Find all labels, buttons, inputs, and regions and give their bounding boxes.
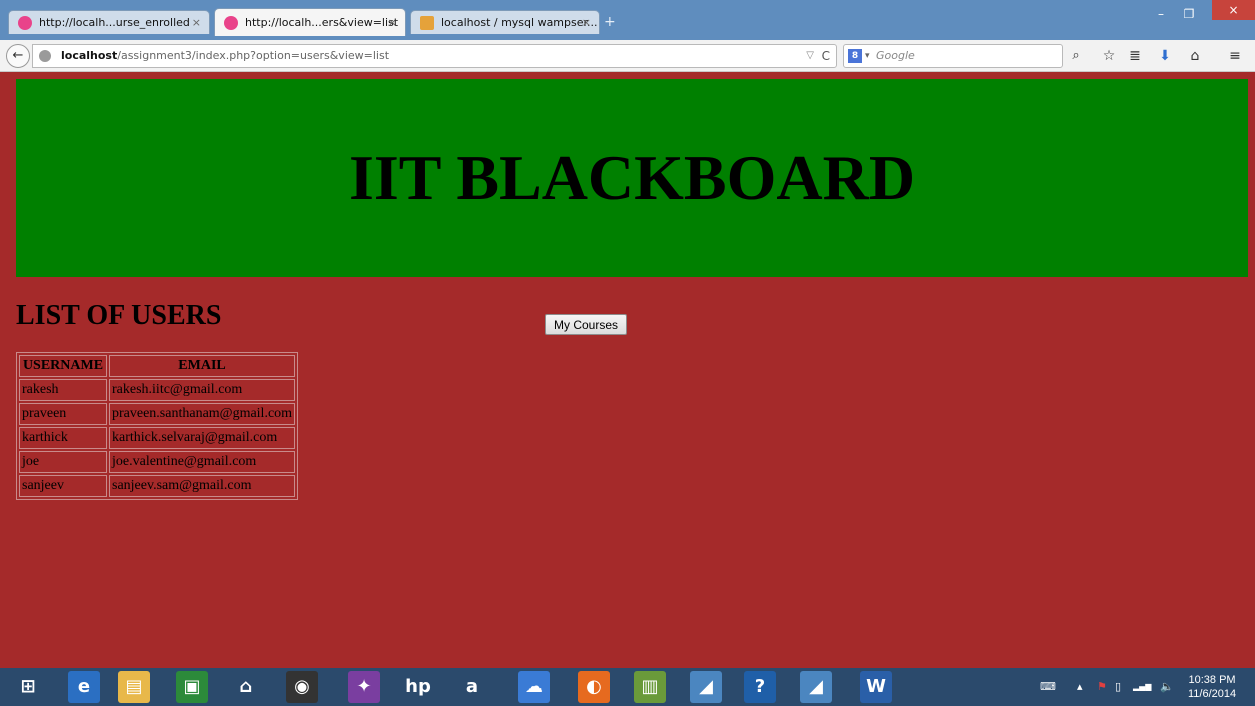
url-bar[interactable]: localhost/assignment3/index.php?option=u… — [32, 44, 837, 68]
tab-close-icon[interactable]: × — [192, 11, 201, 35]
table-row: praveen praveen.santhanam@gmail.com — [19, 403, 296, 425]
phpmyadmin-favicon-icon — [420, 15, 434, 30]
action-center-flag-icon[interactable]: ⚑ — [1097, 668, 1107, 706]
reload-icon[interactable]: C — [822, 45, 830, 67]
column-header-email: EMAIL — [109, 355, 296, 377]
store-icon[interactable]: ▣ — [176, 671, 208, 703]
search-input[interactable]: 8 ▾ Google — [843, 44, 1063, 68]
email-cell: sanjeev.sam@gmail.com — [109, 475, 296, 497]
hp-icon[interactable]: hp — [402, 671, 434, 703]
app-blue-icon[interactable]: ◢ — [690, 671, 722, 703]
webcam-icon[interactable]: ◉ — [286, 671, 318, 703]
google-search-engine-icon[interactable]: 8 — [848, 49, 862, 63]
my-courses-button[interactable]: My Courses — [545, 314, 628, 335]
username-cell: praveen — [19, 403, 107, 425]
table-row: sanjeev sanjeev.sam@gmail.com — [19, 475, 296, 497]
internet-explorer-icon[interactable]: e — [68, 671, 100, 703]
navigation-bar: ← localhost/assignment3/index.php?option… — [0, 40, 1255, 72]
tab-title: http://localh...ers&view=list — [245, 16, 399, 29]
clock-date: 11/6/2014 — [1188, 688, 1237, 700]
home-icon[interactable]: ⌂ — [1182, 44, 1208, 68]
username-cell: sanjeev — [19, 475, 107, 497]
volume-icon[interactable]: 🔈 — [1160, 668, 1174, 706]
wamp-favicon-icon — [18, 15, 32, 30]
site-identity-icon[interactable] — [39, 50, 51, 62]
search-placeholder: Google — [876, 49, 915, 62]
tab-close-icon[interactable]: × — [388, 9, 397, 37]
new-tab-button[interactable]: + — [604, 14, 616, 30]
close-window-button[interactable]: × — [1212, 0, 1255, 20]
url-history-dropdown-icon[interactable]: ▽ — [806, 45, 814, 67]
email-cell: rakesh.iitc@gmail.com — [109, 379, 296, 401]
wamp-favicon-icon — [224, 15, 238, 30]
notepad-plus-icon[interactable]: ▥ — [634, 671, 666, 703]
column-header-username: USERNAME — [19, 355, 107, 377]
bookmark-star-icon[interactable]: ☆ — [1096, 44, 1122, 68]
table-header-row: USERNAME EMAIL — [19, 355, 296, 377]
email-cell: praveen.santhanam@gmail.com — [109, 403, 296, 425]
tab-course-enrolled[interactable]: http://localh...urse_enrolled × — [8, 10, 210, 34]
clock-time: 10:38 PM — [1188, 674, 1236, 686]
email-cell: joe.valentine@gmail.com — [109, 451, 296, 473]
onedrive-icon[interactable]: ☁ — [518, 671, 550, 703]
home-icon[interactable]: ⌂ — [230, 671, 262, 703]
download-icon[interactable]: ⬇ — [1152, 44, 1178, 68]
back-button[interactable]: ← — [6, 44, 30, 68]
username-cell: karthick — [19, 427, 107, 449]
header-banner: IIT BLACKBOARD — [16, 79, 1248, 277]
page-content: IIT BLACKBOARD LIST OF USERS My Courses … — [0, 73, 1255, 668]
app-blue-icon-2[interactable]: ◢ — [800, 671, 832, 703]
windows-start-icon[interactable]: ⊞ — [12, 671, 44, 703]
reading-list-icon[interactable]: ≣ — [1122, 44, 1148, 68]
username-cell: joe — [19, 451, 107, 473]
search-icon[interactable]: ⌕ — [1063, 44, 1089, 68]
tab-phpmyadmin[interactable]: localhost / mysql wampser... × — [410, 10, 600, 34]
tab-users-list[interactable]: http://localh...ers&view=list × — [214, 8, 406, 36]
browser-tab-strip: http://localh...urse_enrolled × http://l… — [0, 0, 1255, 40]
username-cell: rakesh — [19, 379, 107, 401]
show-hidden-icons-icon[interactable]: ▴ — [1077, 668, 1083, 706]
restore-button[interactable]: ❐ — [1176, 4, 1202, 24]
firefox-icon[interactable]: ◐ — [578, 671, 610, 703]
table-row: rakesh rakesh.iitc@gmail.com — [19, 379, 296, 401]
tab-close-icon[interactable]: × — [582, 11, 591, 35]
tab-title: localhost / mysql wampser... — [441, 16, 598, 29]
search-engine-dropdown-icon[interactable]: ▾ — [865, 45, 870, 67]
touch-keyboard-icon[interactable]: ⌨ — [1040, 668, 1056, 706]
email-cell: karthick.selvaraj@gmail.com — [109, 427, 296, 449]
table-row: joe joe.valentine@gmail.com — [19, 451, 296, 473]
battery-icon[interactable]: ▯ — [1115, 668, 1121, 706]
help-icon[interactable]: ? — [744, 671, 776, 703]
menu-icon[interactable]: ≡ — [1222, 44, 1248, 68]
tab-title: http://localh...urse_enrolled — [39, 16, 190, 29]
taskbar-clock[interactable]: 10:38 PM 11/6/2014 — [1188, 673, 1236, 701]
windows-taskbar: ⊞ e ▤ ▣ ⌂ ◉ ✦ hp a ☁ ◐ ▥ ◢? ◢ W ⌨ ▴ ⚑ ▯ ▂▄▆ 🔈 10:38 PM… — [0, 668, 1255, 706]
page-title: LIST OF USERS — [16, 300, 222, 331]
site-title: IIT BLACKBOARD — [348, 142, 916, 213]
table-row: karthick karthick.selvaraj@gmail.com — [19, 427, 296, 449]
word-icon[interactable]: W — [860, 671, 892, 703]
file-explorer-icon[interactable]: ▤ — [118, 671, 150, 703]
network-signal-icon[interactable]: ▂▄▆ — [1133, 668, 1151, 706]
url-text[interactable]: localhost/assignment3/index.php?option=u… — [61, 45, 389, 67]
users-table: USERNAME EMAIL rakesh rakesh.iitc@gmail.… — [16, 352, 299, 500]
photos-app-icon[interactable]: ✦ — [348, 671, 380, 703]
minimize-button[interactable]: – — [1148, 4, 1174, 24]
amazon-icon[interactable]: a — [456, 671, 488, 703]
